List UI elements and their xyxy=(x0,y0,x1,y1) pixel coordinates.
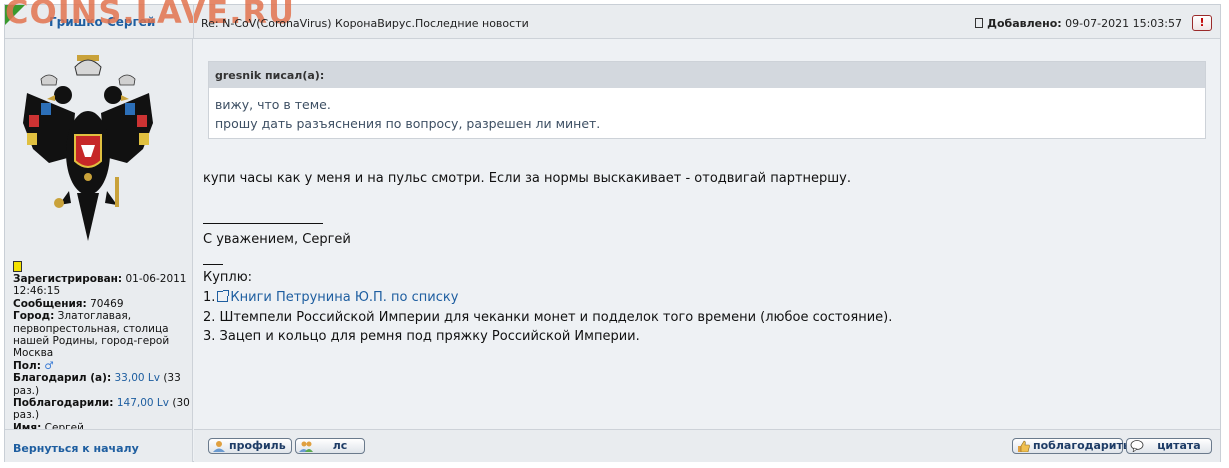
gender-label: Пол: xyxy=(13,359,41,372)
external-link-icon xyxy=(217,290,230,302)
quote-line-1: вижу, что в теме. xyxy=(215,97,331,112)
document-icon xyxy=(975,18,984,28)
thanked-value-link[interactable]: 33,00 Lv xyxy=(115,372,160,384)
registered-label: Зарегистрирован: xyxy=(13,273,123,285)
profile-button-label: профиль xyxy=(229,439,286,452)
quote-button[interactable]: цитата xyxy=(1126,438,1212,454)
got-thanks-value-link[interactable]: 147,00 Lv xyxy=(117,397,169,409)
quote-block: gresnik писал(а): вижу, что в теме. прош… xyxy=(208,61,1206,139)
city-label: Город: xyxy=(13,310,55,323)
posted-date: 09-07-2021 15:03:57 xyxy=(1065,17,1182,30)
signature-text: С уважением, Сергей xyxy=(203,232,351,247)
user-icon xyxy=(213,441,225,452)
avatar[interactable] xyxy=(19,53,157,249)
buy-heading: Куплю: xyxy=(203,270,253,285)
buy-item-1: 1. Книги Петрунина Ю.П. по списку xyxy=(203,290,1003,305)
thumbs-up-icon xyxy=(1018,440,1030,452)
signature-divider xyxy=(203,223,323,224)
footer-actions: профиль лс поблагодарить цитата xyxy=(194,429,1220,462)
thank-button[interactable]: поблагодарить xyxy=(1012,438,1130,454)
author-profile-panel: Зарегистрирован: 01-06-2011 12:46:15 Соо… xyxy=(5,39,193,434)
online-status-icon xyxy=(13,261,22,272)
posted-label: Добавлено: xyxy=(987,17,1062,30)
report-button[interactable]: ! xyxy=(1192,15,1212,31)
thanked-label: Благодарил (а): xyxy=(13,372,112,385)
post-topic: Re: N-CoV(CoronaVirus) КоронаВирус.После… xyxy=(201,17,529,30)
speech-bubble-icon xyxy=(1130,440,1144,452)
quote-text: вижу, что в теме. прошу дать разъяснения… xyxy=(209,88,1205,140)
messages-label: Сообщения: xyxy=(13,297,87,310)
post-frame: Гришко Сергей COINS.LAVE.RU Re: N-CoV(Co… xyxy=(4,0,1221,462)
buy-item-1-link[interactable]: Книги Петрунина Ю.П. по списку xyxy=(230,290,458,305)
got-thanks-label: Поблагодарили: xyxy=(13,397,114,410)
profile-button[interactable]: профиль xyxy=(208,438,292,454)
post-timestamp: Добавлено: 09-07-2021 15:03:57 xyxy=(975,17,1182,30)
messages-value: 70469 xyxy=(90,297,124,310)
quote-button-label: цитата xyxy=(1157,439,1201,452)
buy-item-2: 2. Штемпели Российской Империи для чекан… xyxy=(203,310,893,325)
quote-header: gresnik писал(а): xyxy=(209,62,1205,88)
pm-button-label: лс xyxy=(332,439,348,452)
header-divider xyxy=(193,5,194,39)
male-icon: ♂ xyxy=(44,359,54,372)
users-icon xyxy=(299,441,313,452)
post-header: Гришко Сергей COINS.LAVE.RU Re: N-CoV(Co… xyxy=(5,0,1220,39)
buy-item-1-number: 1. xyxy=(203,290,216,305)
private-message-button[interactable]: лс xyxy=(295,438,365,454)
signature-short-divider xyxy=(203,264,223,265)
thank-button-label: поблагодарить xyxy=(1033,439,1130,452)
footer-left: Вернуться к началу xyxy=(5,429,193,462)
buy-item-3: 3. Зацеп и кольцо для ремня под пряжку Р… xyxy=(203,329,640,344)
author-details: Зарегистрирован: 01-06-2011 12:46:15 Соо… xyxy=(13,273,191,434)
post-body: gresnik писал(а): вижу, что в теме. прош… xyxy=(194,39,1220,429)
message-text: купи часы как у меня и на пульс смотри. … xyxy=(203,171,852,186)
back-to-top-link[interactable]: Вернуться к началу xyxy=(13,442,139,455)
quote-line-2: прошу дать разъяснения по вопросу, разре… xyxy=(215,116,601,131)
